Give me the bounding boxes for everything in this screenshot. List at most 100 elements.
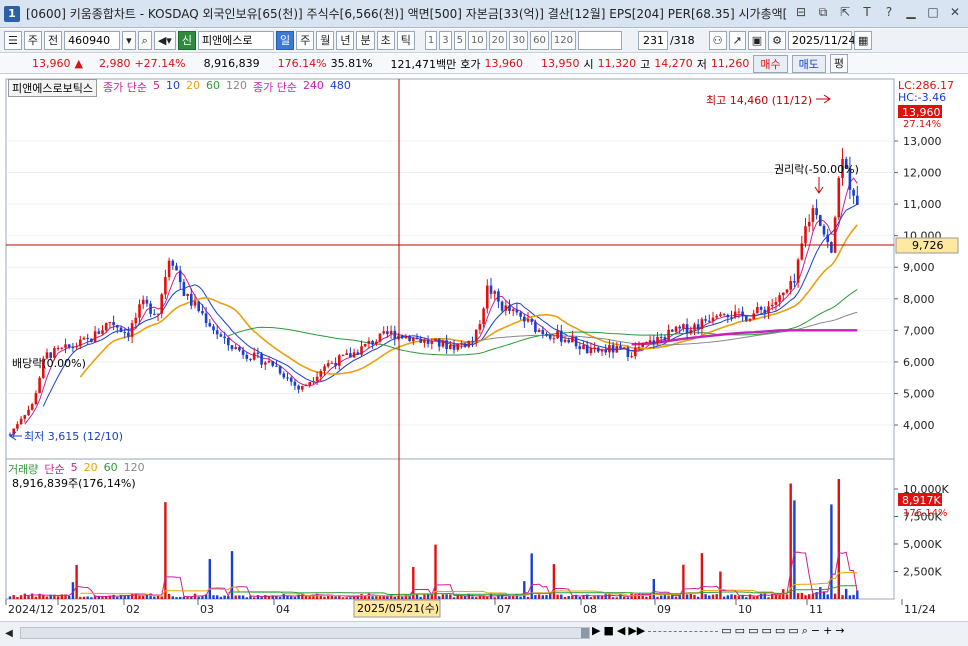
volume-bar (571, 595, 574, 599)
evaluation-button[interactable]: 평 (829, 54, 849, 73)
calendar-icon[interactable]: ▦ (854, 31, 873, 50)
minimize-icon[interactable]: ▁ (904, 5, 918, 19)
volume-bar (789, 483, 792, 599)
minute-10[interactable]: 10 (467, 31, 487, 50)
date-tick-label: 08 (583, 603, 597, 616)
period-tick[interactable]: 틱 (396, 31, 415, 50)
candle-body (116, 325, 119, 328)
chart-tool-icon[interactable]: ↗ (728, 31, 746, 50)
fast-forward-icon[interactable]: ▶▶ (628, 624, 645, 638)
speed-slider[interactable] (648, 624, 719, 632)
minute-20[interactable]: 20 (488, 31, 508, 50)
period-month[interactable]: 월 (316, 31, 335, 50)
candle-body (71, 347, 75, 349)
candle-body (560, 330, 563, 342)
minute-1[interactable]: 1 (424, 31, 438, 50)
zoom-in-icon[interactable]: + (823, 624, 832, 638)
search-icon[interactable]: ⌕ (137, 31, 152, 50)
bar-view-icon[interactable]: ▭ (788, 624, 798, 638)
candle-body (360, 346, 363, 355)
minute-3[interactable]: 3 (439, 31, 452, 50)
period-year[interactable]: 년 (336, 31, 355, 50)
candle-body (393, 330, 397, 340)
scroll-left-icon[interactable]: ◀ (2, 627, 16, 641)
binoculars-icon[interactable]: ⚇ (708, 31, 727, 50)
sell-button[interactable]: 매도 (791, 54, 826, 73)
volume-bar (693, 594, 696, 599)
candle-body (382, 331, 385, 334)
step-back-icon[interactable]: ◀ (617, 624, 625, 638)
help-icon[interactable]: ? (882, 5, 896, 19)
gear-icon[interactable]: ⚙ (768, 31, 787, 50)
expand-icon[interactable]: ▭ (775, 624, 785, 638)
prev-button[interactable]: 전 (44, 31, 63, 50)
buy-button[interactable]: 매수 (753, 54, 788, 73)
app-badge-icon: 1 (4, 5, 20, 22)
candle-body (730, 317, 733, 319)
volume-bar (530, 553, 533, 599)
zoom-icon[interactable]: ⌕ (802, 624, 808, 638)
period-minute[interactable]: 분 (356, 31, 375, 50)
pin-icon[interactable]: ⇱ (838, 5, 852, 19)
candle-body (630, 356, 633, 358)
volume-bar (667, 595, 670, 599)
candle-body (622, 347, 626, 349)
volume-bar (434, 544, 437, 599)
custom-period-input[interactable] (577, 31, 622, 50)
candle-body (449, 345, 452, 349)
close-icon[interactable]: ✕ (948, 5, 962, 19)
candle-body (363, 343, 367, 347)
save-icon[interactable]: ▣ (747, 31, 767, 50)
volume-summary: 8,916,839주(176,14%) (12, 477, 136, 490)
compress-icon[interactable]: ▭ (748, 624, 758, 638)
candle-body (804, 226, 807, 244)
scroll-end-icon[interactable]: → (835, 624, 844, 638)
volume-bar (371, 596, 374, 599)
candle-body (389, 330, 393, 335)
speaker-icon[interactable]: ◀▾ (153, 31, 176, 50)
zoom-out-icon[interactable]: − (811, 624, 820, 638)
candle-body (778, 295, 781, 302)
period-second[interactable]: 초 (376, 31, 395, 50)
maximize-icon[interactable]: □ (926, 5, 940, 19)
scrollbar-thumb[interactable] (581, 628, 589, 638)
period-week[interactable]: 주 (296, 31, 315, 50)
period-day[interactable]: 일 (275, 31, 295, 50)
candle-body (486, 285, 489, 309)
price-tick-label: 6,000 (903, 356, 935, 369)
stock-legend[interactable]: 피앤에스로보틱스 (8, 79, 97, 97)
volume-bar (378, 596, 382, 599)
stop-icon[interactable]: ■ (603, 624, 613, 638)
zoom-window-icon[interactable]: ▭ (721, 624, 731, 638)
volume-bar (105, 596, 108, 599)
layout-icon[interactable]: ⊟ (794, 5, 808, 19)
minute-120[interactable]: 120 (550, 31, 576, 50)
minute-30[interactable]: 30 (509, 31, 529, 50)
candle-body (75, 346, 78, 348)
volume-bar (471, 596, 474, 599)
candle-body (308, 382, 311, 386)
volume-bar (245, 597, 248, 599)
stock-chart[interactable]: 13,00012,00011,00010,0009,0008,0007,0006… (0, 75, 968, 621)
date-input[interactable]: 2025/11/24 (788, 31, 855, 50)
data-count-input[interactable]: 231 (637, 31, 668, 50)
font-icon[interactable]: T (860, 5, 874, 19)
shrink-icon[interactable]: ▭ (761, 624, 771, 638)
date-tick-label: 11/24 (904, 603, 936, 616)
minute-60[interactable]: 60 (530, 31, 549, 50)
period-type-select[interactable]: 주 (23, 31, 42, 50)
candle-body (526, 318, 530, 322)
minute-5[interactable]: 5 (453, 31, 466, 50)
volume-bar (822, 591, 826, 599)
horizontal-scrollbar[interactable] (20, 627, 590, 639)
candle-body (341, 354, 345, 356)
restore-icon[interactable]: ⧉ (816, 5, 830, 19)
stock-code-input[interactable]: 460940 (64, 31, 121, 50)
candle-body (330, 362, 334, 364)
scroll-right-icon[interactable]: ▶ (592, 624, 600, 638)
candle-body (656, 336, 659, 344)
dropdown-icon[interactable]: ▾ (122, 31, 136, 50)
candle-body (215, 330, 219, 335)
menu-icon[interactable]: ☰ (4, 31, 22, 50)
pan-icon[interactable]: ▭ (735, 624, 745, 638)
